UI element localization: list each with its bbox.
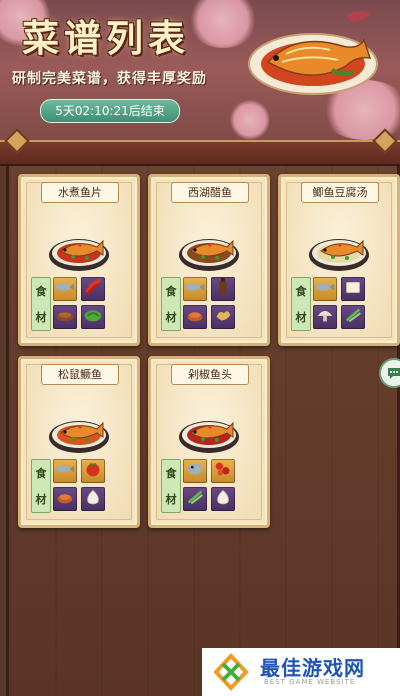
watermark-logo-icon — [213, 653, 249, 691]
ingredient-slot[interactable] — [53, 487, 77, 511]
fish-icon — [54, 458, 76, 484]
site-watermark: 最佳游戏网 BEST GAME WEBSITE — [202, 648, 400, 696]
recipe-card[interactable]: 西湖醋鱼食材 — [148, 174, 270, 346]
recipe-name: 鲫鱼豆腐汤 — [301, 182, 379, 203]
recipe-name: 剁椒鱼头 — [171, 364, 249, 385]
page-subtitle: 研制完美菜谱，获得丰厚奖励 — [12, 71, 207, 87]
tofu-icon — [342, 276, 364, 302]
sauce-icon — [184, 304, 206, 330]
mushroom-icon — [314, 304, 336, 330]
ingredient-slot[interactable] — [53, 277, 77, 301]
ingredients-label-char: 食 — [35, 467, 47, 480]
featured-fish-dish-icon — [248, 11, 378, 95]
countdown-timer: 5天02:10:21后结束 — [40, 99, 180, 123]
ingredients-label-char: 材 — [165, 493, 177, 506]
ingredients-label-char: 材 — [35, 311, 47, 324]
ingredients-label: 食材 — [291, 277, 311, 331]
vinegar-icon — [212, 276, 234, 302]
ingredient-slot[interactable] — [183, 305, 207, 329]
ingredient-slot[interactable] — [341, 305, 365, 329]
fish-icon — [184, 276, 206, 302]
chili-icon — [82, 276, 104, 302]
ingredient-grid — [53, 277, 105, 329]
recipe-card[interactable]: 鲫鱼豆腐汤食材 — [278, 174, 400, 346]
recipe-card[interactable]: 剁椒鱼头食材 — [148, 356, 270, 528]
ingredient-grid — [313, 277, 365, 329]
ingredient-slot[interactable] — [211, 487, 235, 511]
fish-icon — [54, 276, 76, 302]
ingredient-slot[interactable] — [313, 305, 337, 329]
ingredients-label: 食材 — [161, 459, 181, 513]
ingredient-slot[interactable] — [211, 459, 235, 483]
dish-image-icon — [307, 225, 371, 273]
ingredients-label-char: 材 — [35, 493, 47, 506]
ingredient-slot[interactable] — [81, 459, 105, 483]
fish-icon — [314, 276, 336, 302]
ingredients-label: 食材 — [31, 459, 51, 513]
scallion-icon — [342, 304, 364, 330]
bean-paste-icon — [54, 304, 76, 330]
ingredient-slot[interactable] — [81, 487, 105, 511]
ingredients-label-char: 食 — [295, 285, 307, 298]
recipe-name: 水煮鱼片 — [41, 182, 119, 203]
ingredient-grid — [183, 277, 235, 329]
sauce-icon — [54, 486, 76, 512]
dish-image-icon — [47, 225, 111, 273]
ingredients-label: 食材 — [31, 277, 51, 331]
dish-image-icon — [177, 407, 241, 455]
ginger-icon — [212, 304, 234, 330]
ingredient-slot[interactable] — [183, 487, 207, 511]
ingredients-label-char: 食 — [35, 285, 47, 298]
ingredients-label-char: 材 — [295, 311, 307, 324]
ingredient-slot[interactable] — [53, 459, 77, 483]
fish-head-icon — [184, 458, 206, 484]
ingredient-slot[interactable] — [53, 305, 77, 329]
recipe-card[interactable]: 松鼠鳜鱼食材 — [18, 356, 140, 528]
dish-image-icon — [177, 225, 241, 273]
ingredient-slot[interactable] — [183, 277, 207, 301]
ingredients-label-char: 食 — [165, 285, 177, 298]
watermark-title: 最佳游戏网 — [260, 656, 365, 680]
ingredient-slot[interactable] — [81, 277, 105, 301]
recipe-name: 西湖醋鱼 — [171, 182, 249, 203]
chopped-chili-icon — [212, 458, 234, 484]
page-title: 菜谱列表 — [22, 16, 190, 60]
recipe-card[interactable]: 水煮鱼片食材 — [18, 174, 140, 346]
chat-bubble-icon — [388, 368, 400, 379]
vegetable-icon — [82, 304, 104, 330]
ingredients-label: 食材 — [161, 277, 181, 331]
dish-image-icon — [47, 407, 111, 455]
watermark-subtitle: BEST GAME WEBSITE — [264, 678, 356, 686]
event-header: 菜谱列表 研制完美菜谱，获得丰厚奖励 5天02:10:21后结束 — [0, 0, 400, 150]
ingredient-slot[interactable] — [81, 305, 105, 329]
recipe-name: 松鼠鳜鱼 — [41, 364, 119, 385]
ingredient-slot[interactable] — [211, 277, 235, 301]
garlic-icon — [82, 486, 104, 512]
tomato-sauce-icon — [82, 458, 104, 484]
ingredients-label-char: 食 — [165, 467, 177, 480]
ingredient-slot[interactable] — [313, 277, 337, 301]
ingredients-label-char: 材 — [165, 311, 177, 324]
blossom-decoration — [230, 100, 270, 140]
ingredient-slot[interactable] — [211, 305, 235, 329]
ingredient-slot[interactable] — [341, 277, 365, 301]
ingredient-slot[interactable] — [183, 459, 207, 483]
ingredient-grid — [53, 459, 105, 511]
roof-beam — [0, 140, 400, 166]
garlic-icon — [212, 486, 234, 512]
scallion-icon — [184, 486, 206, 512]
ingredient-grid — [183, 459, 235, 511]
